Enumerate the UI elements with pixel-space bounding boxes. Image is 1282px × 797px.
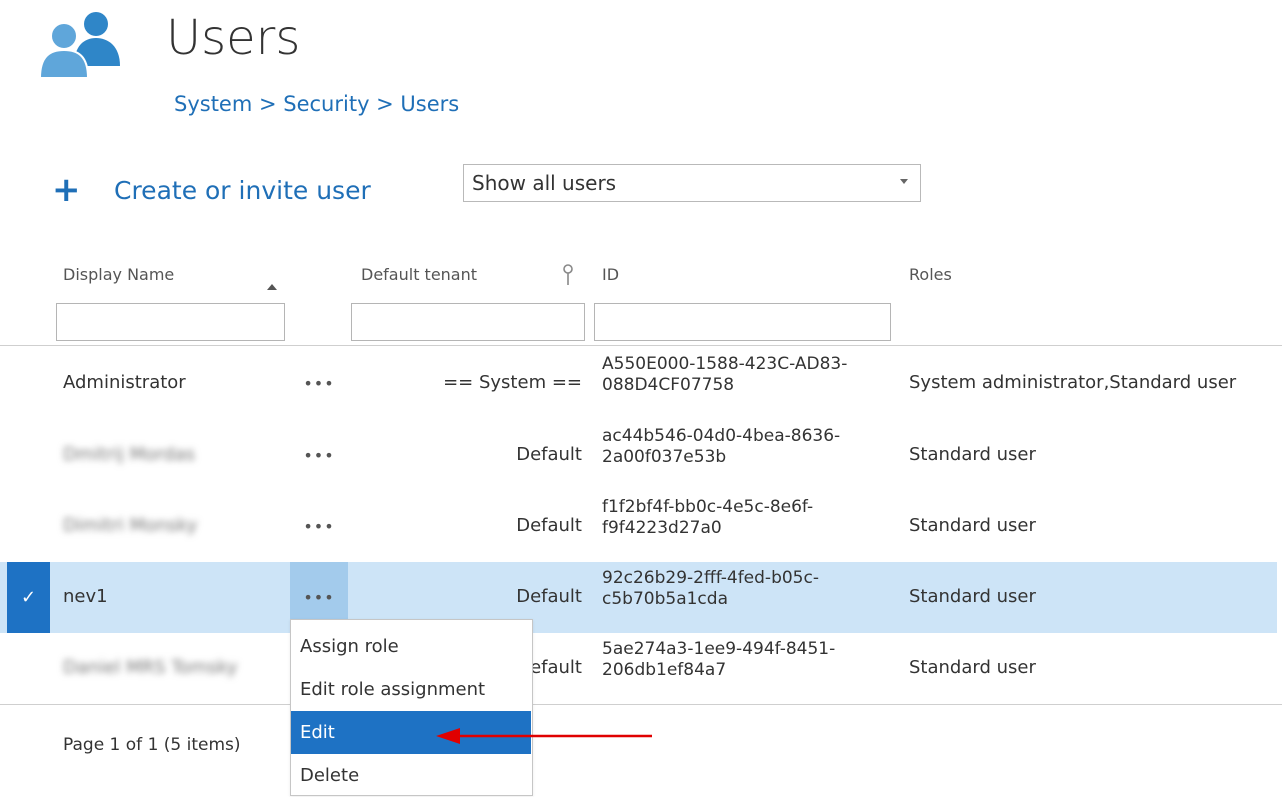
page-title: Users — [166, 10, 301, 66]
menu-item-assign-role[interactable]: Assign role — [291, 625, 531, 668]
row-default-tenant: Default — [516, 444, 582, 465]
row-display-name: Administrator — [63, 372, 186, 393]
create-user-label: Create or invite user — [114, 175, 371, 205]
table-row[interactable]: Dimitri Monsky ••• Default f1f2bf4f-bb0c… — [0, 491, 1277, 562]
header-divider — [0, 345, 1282, 346]
row-id-line2: 2a00f037e53b — [602, 446, 727, 467]
row-roles: Standard user — [909, 657, 1036, 678]
row-display-name: Dmitrij Mordas — [63, 444, 196, 465]
row-roles: Standard user — [909, 515, 1036, 536]
row-display-name: Daniel MRS Tomsky — [63, 657, 238, 678]
row-id-line2: 206db1ef84a7 — [602, 659, 727, 680]
row-id-line1: ac44b546-04d0-4bea-8636- — [602, 426, 841, 446]
row-id: A550E000-1588-423C-AD83- 088D4CF07758 — [602, 354, 847, 395]
pin-icon[interactable] — [561, 264, 575, 286]
column-header-id[interactable]: ID — [602, 265, 619, 284]
row-id-line1: 5ae274a3-1ee9-494f-8451- — [602, 639, 836, 659]
column-header-roles[interactable]: Roles — [909, 265, 952, 284]
menu-item-delete[interactable]: Delete — [291, 754, 531, 797]
row-selected-check-icon[interactable]: ✓ — [7, 562, 50, 633]
row-id: f1f2bf4f-bb0c-4e5c-8e6f- f9f4223d27a0 — [602, 497, 813, 538]
display-name-filter-input[interactable] — [56, 303, 285, 341]
default-tenant-filter-input[interactable] — [351, 303, 585, 341]
row-roles: Standard user — [909, 586, 1036, 607]
menu-item-edit-role-assignment[interactable]: Edit role assignment — [291, 668, 531, 711]
footer-divider — [0, 704, 1282, 705]
row-roles: Standard user — [909, 444, 1036, 465]
row-default-tenant: Default — [516, 515, 582, 536]
row-id: 92c26b29-2fff-4fed-b05c- c5b70b5a1cda — [602, 568, 819, 609]
row-roles: System administrator,Standard user — [909, 372, 1237, 393]
row-default-tenant: == System == — [443, 372, 582, 393]
table-row-selected[interactable]: ✓ nev1 ••• Default 92c26b29-2fff-4fed-b0… — [0, 562, 1277, 633]
user-filter-value: Show all users — [472, 171, 617, 195]
row-id-line1: f1f2bf4f-bb0c-4e5c-8e6f- — [602, 497, 814, 517]
row-id-line1: A550E000-1588-423C-AD83- — [602, 354, 848, 374]
table-row[interactable]: Daniel MRS Tomsky Default 5ae274a3-1ee9-… — [0, 633, 1277, 704]
column-header-display-name[interactable]: Display Name — [63, 265, 174, 284]
pager-status: Page 1 of 1 (5 items) — [63, 735, 241, 755]
row-more-icon[interactable]: ••• — [290, 348, 348, 419]
breadcrumb[interactable]: System > Security > Users — [174, 92, 459, 116]
users-group-icon — [38, 12, 120, 79]
row-display-name: Dimitri Monsky — [63, 515, 198, 536]
row-display-name: nev1 — [63, 586, 108, 607]
row-more-icon[interactable]: ••• — [290, 491, 348, 562]
row-id-line2: 088D4CF07758 — [602, 374, 735, 395]
row-id: ac44b546-04d0-4bea-8636- 2a00f037e53b — [602, 426, 840, 467]
row-more-icon[interactable]: ••• — [290, 420, 348, 491]
chevron-down-icon — [900, 179, 908, 184]
column-header-default-tenant[interactable]: Default tenant — [361, 265, 477, 284]
sort-ascending-icon[interactable] — [267, 284, 277, 290]
row-id-line1: 92c26b29-2fff-4fed-b05c- — [602, 568, 819, 588]
row-default-tenant: Default — [516, 586, 582, 607]
table-row[interactable]: Dmitrij Mordas ••• Default ac44b546-04d0… — [0, 420, 1277, 491]
row-context-menu: Assign role Edit role assignment Edit De… — [290, 619, 533, 796]
table-row[interactable]: Administrator ••• == System == A550E000-… — [0, 348, 1277, 419]
id-filter-input[interactable] — [594, 303, 891, 341]
row-id: 5ae274a3-1ee9-494f-8451- 206db1ef84a7 — [602, 639, 835, 680]
row-id-line2: c5b70b5a1cda — [602, 588, 728, 609]
row-id-line2: f9f4223d27a0 — [602, 517, 722, 538]
annotation-arrow-icon — [436, 728, 652, 744]
create-user-button[interactable]: + Create or invite user — [52, 168, 371, 212]
user-filter-dropdown[interactable]: Show all users — [463, 164, 921, 202]
plus-icon: + — [52, 170, 81, 210]
